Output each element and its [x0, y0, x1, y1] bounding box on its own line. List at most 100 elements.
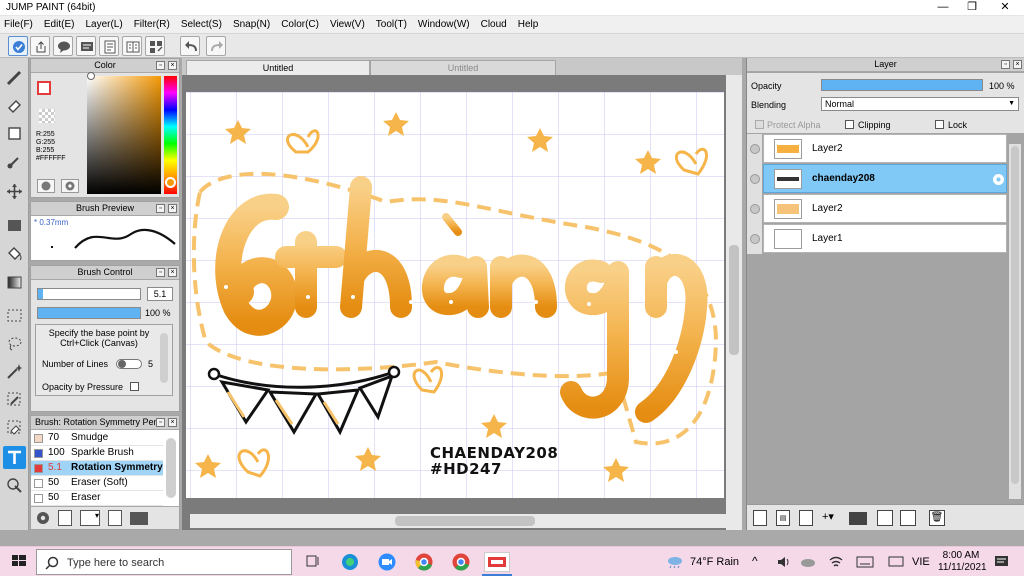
fill-rect-tool[interactable]	[3, 214, 26, 237]
menu-layer[interactable]: Layer(L)	[85, 19, 122, 30]
onedrive-cloud-icon[interactable]	[800, 556, 816, 568]
comment-button[interactable]	[53, 36, 73, 56]
undo-button[interactable]	[180, 36, 200, 56]
new-folder-button[interactable]	[849, 512, 867, 525]
bucket-tool[interactable]	[3, 242, 26, 265]
copy-layer-button[interactable]: ▤	[776, 510, 790, 526]
brush-size-value[interactable]: 5.1	[147, 287, 173, 301]
pen-tool[interactable]	[3, 66, 26, 89]
jump-paint-taskbar-button[interactable]	[484, 552, 510, 572]
drawing-canvas[interactable]: CHAENDAY208 #HD247	[186, 92, 724, 498]
canvas-vertical-scrollbar[interactable]	[726, 75, 742, 530]
tab-untitled[interactable]: Untitled	[370, 60, 556, 75]
raster-layer-button[interactable]	[799, 510, 813, 526]
panel-float-button[interactable]: ▫	[156, 61, 165, 70]
brush-item-eraser-soft[interactable]: 50 Eraser (Soft)	[31, 476, 163, 491]
brush-add-button[interactable]	[35, 510, 53, 526]
gradient-tool[interactable]	[3, 271, 26, 294]
brush-options-scrollbar[interactable]	[160, 333, 168, 383]
chrome-button[interactable]	[414, 552, 434, 572]
panel-close-button[interactable]: ×	[168, 204, 177, 213]
layer-scroll-thumb[interactable]	[1011, 146, 1019, 484]
panel-float-button[interactable]: ▫	[156, 418, 165, 427]
number-of-lines-slider[interactable]	[116, 359, 142, 369]
panel-float-button[interactable]: ▫	[156, 204, 165, 213]
menu-window[interactable]: Window(W)	[418, 19, 470, 30]
brush-item-eraser[interactable]: 50 Eraser	[31, 491, 163, 506]
input-language[interactable]: VIE	[912, 556, 930, 568]
message-button[interactable]	[76, 36, 96, 56]
operation-tool[interactable]	[3, 474, 26, 497]
hue-slider-handle[interactable]	[165, 177, 176, 188]
brush-folder-button[interactable]	[130, 512, 148, 525]
minimize-button[interactable]: —	[928, 0, 958, 16]
select-tool[interactable]	[3, 122, 26, 145]
layer-row-layer1[interactable]: Layer1	[763, 224, 1007, 253]
speaker-icon[interactable]	[776, 555, 790, 569]
share-button[interactable]	[30, 36, 50, 56]
move-tool[interactable]	[3, 180, 26, 203]
panel-close-button[interactable]: ×	[168, 61, 177, 70]
brush-item-sparkle[interactable]: 100 Sparkle Brush	[31, 446, 163, 461]
add-layer-menu-button[interactable]: +▾	[822, 510, 842, 526]
taskbar-search-box[interactable]: Type here to search	[36, 549, 292, 575]
vertical-scroll-thumb[interactable]	[729, 245, 739, 355]
panel-float-button[interactable]: ▫	[1001, 60, 1010, 69]
brush-opacity-slider[interactable]	[37, 307, 141, 319]
duplicate-layer-button[interactable]	[877, 510, 893, 526]
delete-layer-button[interactable]: 🗑	[929, 510, 945, 526]
horizontal-scroll-thumb[interactable]	[395, 516, 535, 526]
eye-icon[interactable]	[750, 204, 760, 214]
menu-file[interactable]: File(F)	[4, 19, 33, 30]
eye-icon[interactable]	[750, 234, 760, 244]
select-pen-tool[interactable]	[3, 388, 26, 411]
document-button[interactable]	[99, 36, 119, 56]
panel-close-button[interactable]: ×	[168, 268, 177, 277]
lock-checkbox[interactable]	[935, 120, 944, 129]
menu-cloud[interactable]: Cloud	[481, 19, 507, 30]
menu-help[interactable]: Help	[518, 19, 539, 30]
brush-list-scrollbar[interactable]	[166, 438, 176, 498]
brush-settings-button[interactable]	[108, 510, 122, 526]
menu-edit[interactable]: Edit(E)	[44, 19, 75, 30]
layer-opacity-slider[interactable]	[821, 79, 983, 91]
layer-row-layer2[interactable]: Layer2	[763, 194, 1007, 223]
chevron-up-icon[interactable]: ^	[752, 554, 758, 568]
new-brush-button[interactable]	[58, 510, 72, 526]
opacity-pressure-checkbox[interactable]	[130, 382, 139, 391]
brush-size-slider[interactable]	[37, 288, 141, 300]
wifi-icon[interactable]	[828, 555, 844, 569]
eye-icon[interactable]	[750, 174, 760, 184]
weather-text[interactable]: 74°F Rain	[690, 556, 739, 568]
redo-button[interactable]	[206, 36, 226, 56]
brush-item-smudge[interactable]: 70 Smudge	[31, 431, 163, 446]
brush-tool[interactable]	[3, 150, 26, 173]
panel-close-button[interactable]: ×	[168, 418, 177, 427]
new-layer-button[interactable]	[753, 510, 767, 526]
picker-cursor[interactable]	[87, 72, 95, 80]
close-button[interactable]: ✕	[990, 0, 1020, 16]
palette-button[interactable]	[37, 179, 55, 193]
magic-wand-tool[interactable]	[3, 360, 26, 383]
layout-button[interactable]	[145, 36, 165, 56]
notification-icon[interactable]	[994, 555, 1010, 569]
task-view-button[interactable]	[304, 552, 324, 572]
clipping-checkbox[interactable]	[845, 120, 854, 129]
tab-untitled-active[interactable]: Untitled	[186, 60, 370, 75]
menu-color[interactable]: Color(C)	[281, 19, 319, 30]
color-set-button[interactable]	[61, 179, 79, 193]
chrome-profile-button[interactable]	[451, 552, 471, 572]
layer-row-layer2-top[interactable]: Layer2	[763, 134, 1007, 163]
blending-select[interactable]: Normal ▼	[821, 97, 1019, 111]
eye-icon[interactable]	[750, 144, 760, 154]
text-tool[interactable]	[3, 446, 26, 469]
saturation-value-picker[interactable]	[87, 76, 161, 194]
cloud-sync-button[interactable]	[8, 36, 28, 56]
layer-row-chaenday208[interactable]: chaenday208	[763, 164, 1007, 193]
start-button[interactable]	[10, 552, 30, 572]
merge-layer-button[interactable]	[900, 510, 916, 526]
keyboard-icon[interactable]	[856, 556, 874, 568]
protect-alpha-checkbox[interactable]	[755, 120, 764, 129]
layer-list-scrollbar[interactable]	[1009, 144, 1021, 499]
brush-menu-button[interactable]: ▾	[80, 510, 100, 526]
